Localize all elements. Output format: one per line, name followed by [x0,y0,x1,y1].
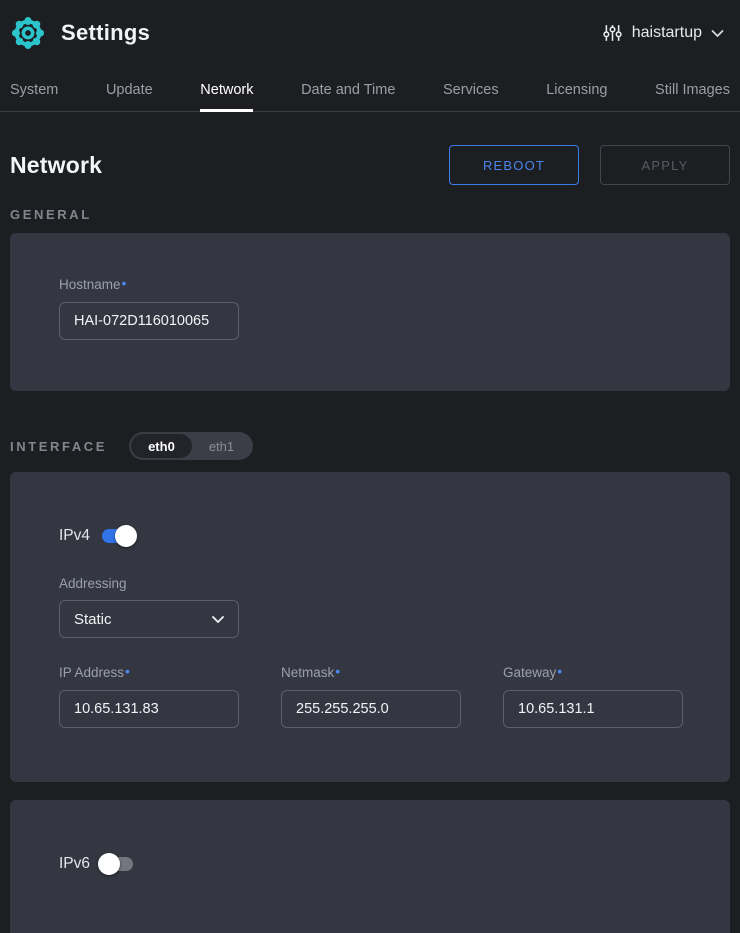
hostname-label: Hostname• [59,277,681,293]
toggle-knob [98,853,120,875]
toggle-knob [115,525,137,547]
required-marker: • [557,663,562,679]
app-header: Settings haistartup [0,0,740,66]
addressing-selected-value: Static [74,611,112,628]
general-card: Hostname• [10,233,730,391]
ipv6-card: IPv6 [10,800,730,933]
tab-services[interactable]: Services [443,66,499,111]
general-section-label: GENERAL [10,207,730,222]
gateway-input[interactable] [503,690,683,728]
tab-network[interactable]: Network [200,66,253,111]
tab-system[interactable]: System [10,66,58,111]
ipv6-label: IPv6 [59,855,90,873]
tab-licensing[interactable]: Licensing [546,66,607,111]
ipv4-toggle-row: IPv4 [59,527,681,545]
ipv4-card: IPv4 Addressing Static IP Address• [10,472,730,782]
app-title: Settings [61,20,150,46]
account-name: haistartup [632,24,702,42]
tab-update[interactable]: Update [106,66,153,111]
ip-address-input[interactable] [59,690,239,728]
interface-option-eth0[interactable]: eth0 [131,434,192,458]
settings-tab-bar: System Update Network Date and Time Serv… [0,66,740,112]
addressing-field-group: Addressing Static [59,576,681,638]
hostname-input[interactable] [59,302,239,340]
app-brand: Settings [10,15,150,51]
required-marker: • [125,663,130,679]
ipv6-toggle-row: IPv6 [59,855,681,873]
page-head: Network REBOOT APPLY [10,145,730,185]
netmask-field-group: Netmask• [281,665,461,728]
network-settings-page: Network REBOOT APPLY GENERAL Hostname• I… [0,145,740,933]
ipv4-fields-row: IP Address• Netmask• Gateway• [59,665,681,728]
sliders-icon [602,22,623,44]
required-marker: • [335,663,340,679]
ipv4-label: IPv4 [59,527,90,545]
interface-row: INTERFACE eth0 eth1 [10,432,730,460]
addressing-select[interactable]: Static [59,600,239,638]
page-actions: REBOOT APPLY [449,145,730,185]
gateway-field-group: Gateway• [503,665,683,728]
interface-segmented-control: eth0 eth1 [129,432,253,460]
tab-date-and-time[interactable]: Date and Time [301,66,395,111]
addressing-label: Addressing [59,576,681,591]
gateway-label: Gateway• [503,665,683,681]
ip-address-field-group: IP Address• [59,665,239,728]
required-marker: • [122,275,127,291]
chevron-down-icon [211,615,225,624]
tab-still-images[interactable]: Still Images [655,66,730,111]
ipv4-toggle[interactable] [102,529,133,543]
interface-option-eth1[interactable]: eth1 [192,434,251,458]
reboot-button[interactable]: REBOOT [449,145,579,185]
account-menu[interactable]: haistartup [602,22,724,44]
gear-icon [10,15,46,51]
ip-address-label: IP Address• [59,665,239,681]
hostname-field-group: Hostname• [59,277,681,340]
netmask-input[interactable] [281,690,461,728]
chevron-down-icon [711,29,724,38]
page-title: Network [10,152,102,179]
ipv6-toggle[interactable] [102,857,133,871]
apply-button: APPLY [600,145,730,185]
netmask-label: Netmask• [281,665,461,681]
interface-section-label: INTERFACE [10,439,107,454]
